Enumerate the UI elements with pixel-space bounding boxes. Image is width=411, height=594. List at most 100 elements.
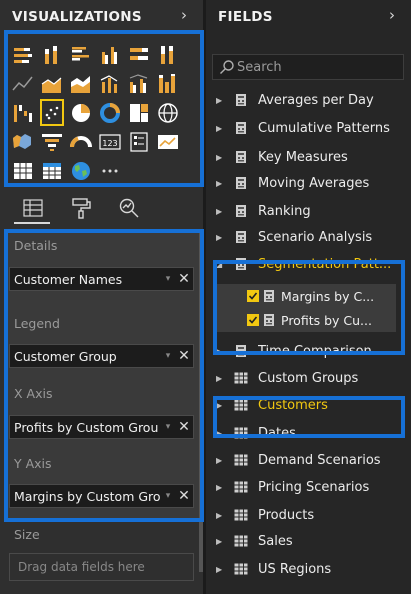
clustered-column-chart-icon[interactable] xyxy=(97,40,123,69)
caret-collapsed-icon[interactable]: ▶ xyxy=(216,537,228,546)
measure-table-icon xyxy=(234,93,248,107)
kpi-icon[interactable] xyxy=(155,127,181,156)
treemap-icon[interactable] xyxy=(126,98,152,127)
gauge-icon[interactable] xyxy=(68,127,94,156)
field-label: Dates xyxy=(258,425,296,441)
field-label: Custom Groups xyxy=(258,370,359,386)
ribbon-chart-icon[interactable] xyxy=(155,69,181,98)
field-item-us-regions[interactable]: ▶ US Regions xyxy=(206,556,411,582)
details-field-pill[interactable]: Customer Names ▾ ✕ xyxy=(9,267,194,291)
more-visuals-icon[interactable] xyxy=(97,156,123,185)
card-icon[interactable]: 123 xyxy=(97,127,123,156)
caret-collapsed-icon[interactable]: ▶ xyxy=(216,233,228,242)
measure-table-icon xyxy=(234,230,248,244)
chevron-down-icon[interactable]: ▾ xyxy=(161,351,175,361)
field-item-key-measures[interactable]: ▶ Key Measures xyxy=(206,144,411,170)
chevron-down-icon[interactable]: ▾ xyxy=(161,274,175,284)
caret-collapsed-icon[interactable]: ▶ xyxy=(216,124,228,133)
table-icon xyxy=(234,371,248,385)
matrix-icon[interactable] xyxy=(39,156,65,185)
field-item-ranking[interactable]: ▶ Ranking xyxy=(206,198,411,224)
field-item-pricing-scenarios[interactable]: ▶ Pricing Scenarios xyxy=(206,474,411,500)
field-item-cumulative-patterns[interactable]: ▶ Cumulative Patterns xyxy=(206,115,411,141)
measure-table-icon xyxy=(234,176,248,190)
globe-icon[interactable] xyxy=(68,156,94,185)
caret-collapsed-icon[interactable]: ▶ xyxy=(216,96,228,105)
multi-row-card-icon[interactable] xyxy=(126,127,152,156)
field-item-moving-averages[interactable]: ▶ Moving Averages xyxy=(206,170,411,196)
filled-map-icon[interactable] xyxy=(10,127,36,156)
area-chart-icon[interactable] xyxy=(39,69,65,98)
fields-tab-icon[interactable] xyxy=(20,196,46,220)
field-item-custom-groups[interactable]: ▶ Custom Groups xyxy=(206,365,411,391)
donut-chart-icon[interactable] xyxy=(97,98,123,127)
analytics-magnifier-icon[interactable] xyxy=(116,196,142,220)
stacked-bar-chart-icon[interactable] xyxy=(10,40,36,69)
checkbox-checked-icon[interactable] xyxy=(247,314,259,326)
measure-table-icon xyxy=(234,257,248,271)
line-and-column-chart-icon[interactable] xyxy=(97,69,123,98)
caret-collapsed-icon[interactable]: ▶ xyxy=(216,347,228,356)
line-chart-icon[interactable] xyxy=(10,69,36,98)
clustered-bar-chart-icon[interactable] xyxy=(68,40,94,69)
field-item-sales[interactable]: ▶ Sales xyxy=(206,528,411,554)
table-icon xyxy=(234,508,248,522)
caret-collapsed-icon[interactable]: ▶ xyxy=(216,153,228,162)
y-axis-field-pill[interactable]: Margins by Custom Gro ▾ ✕ xyxy=(9,484,194,508)
field-label: Demand Scenarios xyxy=(258,452,381,468)
field-item-products[interactable]: ▶ Products xyxy=(206,502,411,528)
scatter-chart-icon[interactable] xyxy=(39,98,65,127)
field-item-dates[interactable]: ▶ Dates xyxy=(206,420,411,446)
caret-expanded-icon[interactable]: ◢ xyxy=(216,260,228,269)
chevron-down-icon[interactable]: ▾ xyxy=(161,491,175,501)
measure-table-icon xyxy=(234,150,248,164)
fields-search-input[interactable]: Search xyxy=(212,54,404,80)
field-label: Pricing Scenarios xyxy=(258,479,370,495)
caret-collapsed-icon[interactable]: ▶ xyxy=(216,401,228,410)
field-item-time-comparison[interactable]: ▶ Time Comparison xyxy=(206,338,411,364)
field-item-scenario-analysis[interactable]: ▶ Scenario Analysis xyxy=(206,224,411,250)
pie-chart-icon[interactable] xyxy=(68,98,94,127)
size-drop-zone[interactable]: Drag data fields here xyxy=(9,553,194,581)
table-icon xyxy=(234,426,248,440)
field-item-margins-by-c[interactable]: Margins by C... xyxy=(214,284,396,308)
legend-field-pill[interactable]: Customer Group ▾ ✕ xyxy=(9,344,194,368)
table-icon[interactable] xyxy=(10,156,36,185)
caret-collapsed-icon[interactable]: ▶ xyxy=(216,565,228,574)
caret-collapsed-icon[interactable]: ▶ xyxy=(216,207,228,216)
stacked-column-chart-icon[interactable] xyxy=(39,40,65,69)
chevron-down-icon[interactable]: ▾ xyxy=(161,422,175,432)
line-and-clustered-column-chart-icon[interactable] xyxy=(126,69,152,98)
100-stacked-bar-chart-icon[interactable] xyxy=(126,40,152,69)
field-item-customers[interactable]: ▶ Customers xyxy=(206,392,411,418)
collapse-fields-chevron-icon[interactable]: › xyxy=(389,6,395,24)
field-item-profits-by-cu[interactable]: Profits by Cu... xyxy=(214,308,396,332)
caret-collapsed-icon[interactable]: ▶ xyxy=(216,374,228,383)
remove-field-close-icon[interactable]: ✕ xyxy=(175,271,193,287)
caret-collapsed-icon[interactable]: ▶ xyxy=(216,429,228,438)
remove-field-close-icon[interactable]: ✕ xyxy=(175,488,193,504)
field-item-segmentation-patt[interactable]: ◢ Segmentation Patt... xyxy=(206,251,411,277)
caret-collapsed-icon[interactable]: ▶ xyxy=(216,511,228,520)
fields-title: FIELDS xyxy=(218,9,273,25)
remove-field-close-icon[interactable]: ✕ xyxy=(175,348,193,364)
map-icon[interactable] xyxy=(155,98,181,127)
collapse-visualizations-chevron-icon[interactable]: › xyxy=(181,6,187,24)
checkbox-checked-icon[interactable] xyxy=(247,290,259,302)
format-paint-roller-icon[interactable] xyxy=(68,196,94,220)
visualizations-pane: VISUALIZATIONS › 123 Details Customer Na… xyxy=(0,0,203,594)
x-axis-field-pill[interactable]: Profits by Custom Grou ▾ ✕ xyxy=(9,415,194,439)
waterfall-chart-icon[interactable] xyxy=(10,98,36,127)
caret-collapsed-icon[interactable]: ▶ xyxy=(216,179,228,188)
field-item-averages-per-day[interactable]: ▶ Averages per Day xyxy=(206,87,411,113)
field-label: Cumulative Patterns xyxy=(258,120,390,136)
100-stacked-column-chart-icon[interactable] xyxy=(155,40,181,69)
field-item-demand-scenarios[interactable]: ▶ Demand Scenarios xyxy=(206,447,411,473)
caret-collapsed-icon[interactable]: ▶ xyxy=(216,456,228,465)
stacked-area-chart-icon[interactable] xyxy=(68,69,94,98)
field-label: Products xyxy=(258,507,315,523)
remove-field-close-icon[interactable]: ✕ xyxy=(175,419,193,435)
caret-collapsed-icon[interactable]: ▶ xyxy=(216,483,228,492)
legend-well-label: Legend xyxy=(14,316,60,331)
funnel-chart-icon[interactable] xyxy=(39,127,65,156)
